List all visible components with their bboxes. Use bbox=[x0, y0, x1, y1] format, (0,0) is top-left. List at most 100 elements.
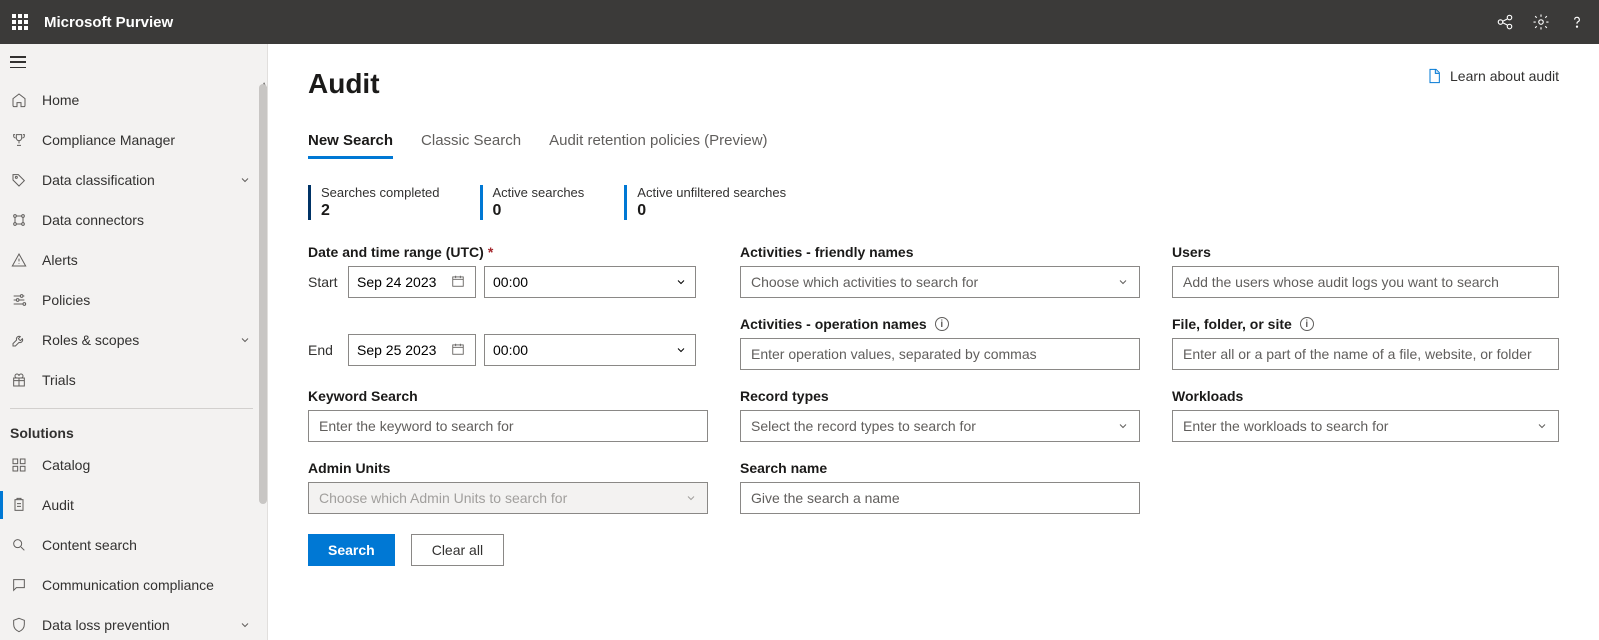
app-launcher-icon[interactable] bbox=[12, 14, 28, 30]
home-icon bbox=[10, 91, 28, 109]
label-file: File, folder, or site i bbox=[1172, 316, 1559, 332]
chevron-down-icon bbox=[239, 619, 251, 631]
document-icon bbox=[1426, 68, 1442, 84]
sidebar-item-roles-scopes[interactable]: Roles & scopes bbox=[0, 320, 263, 360]
users-input[interactable] bbox=[1172, 266, 1559, 298]
sidebar-collapse-button[interactable] bbox=[0, 44, 267, 80]
clear-all-button[interactable]: Clear all bbox=[411, 534, 504, 566]
tab-retention-policies[interactable]: Audit retention policies (Preview) bbox=[549, 124, 767, 157]
chevron-down-icon bbox=[675, 344, 687, 356]
workloads-select[interactable]: Enter the workloads to search for bbox=[1172, 410, 1559, 442]
stat-active-searches: Active searches 0 bbox=[480, 185, 585, 220]
sidebar-item-policies[interactable]: Policies bbox=[0, 280, 263, 320]
info-icon[interactable]: i bbox=[935, 317, 949, 331]
end-time-picker[interactable]: 00:00 bbox=[484, 334, 696, 366]
sidebar-item-label: Home bbox=[42, 92, 79, 108]
shield-icon bbox=[10, 616, 28, 634]
help-icon[interactable] bbox=[1567, 12, 1587, 32]
start-date-picker[interactable]: Sep 24 2023 bbox=[348, 266, 476, 298]
stat-value: 0 bbox=[493, 202, 585, 220]
sidebar-item-data-connectors[interactable]: Data connectors bbox=[0, 200, 263, 240]
learn-about-link[interactable]: Learn about audit bbox=[1426, 68, 1559, 84]
file-input[interactable] bbox=[1172, 338, 1559, 370]
sidebar-item-label: Alerts bbox=[42, 252, 78, 268]
label-date-range: Date and time range (UTC) * bbox=[308, 244, 708, 260]
search-name-input[interactable] bbox=[740, 482, 1140, 514]
chevron-down-icon bbox=[1117, 276, 1129, 288]
hamburger-icon bbox=[10, 56, 26, 68]
sidebar-item-catalog[interactable]: Catalog bbox=[0, 445, 263, 485]
sidebar-item-label: Audit bbox=[42, 497, 74, 513]
chevron-down-icon bbox=[675, 276, 687, 288]
col-users: Users File, folder, or site i bbox=[1172, 244, 1559, 370]
sidebar-item-content-search[interactable]: Content search bbox=[0, 525, 263, 565]
sidebar-item-label: Compliance Manager bbox=[42, 132, 175, 148]
sidebar-separator bbox=[10, 408, 253, 409]
col-admin-units: Admin Units Choose which Admin Units to … bbox=[308, 460, 708, 514]
sidebar-item-label: Data connectors bbox=[42, 212, 144, 228]
sidebar-item-label: Trials bbox=[42, 372, 76, 388]
start-label: Start bbox=[308, 274, 340, 290]
stats-row: Searches completed 2 Active searches 0 A… bbox=[308, 185, 1559, 220]
stat-searches-completed: Searches completed 2 bbox=[308, 185, 440, 220]
sidebar-item-data-classification[interactable]: Data classification bbox=[0, 160, 263, 200]
sidebar-item-data-loss-prevention[interactable]: Data loss prevention bbox=[0, 605, 263, 640]
record-types-select[interactable]: Select the record types to search for bbox=[740, 410, 1140, 442]
label-activities-friendly: Activities - friendly names bbox=[740, 244, 1140, 260]
main-header: Audit Learn about audit bbox=[308, 68, 1559, 100]
stat-value: 2 bbox=[321, 202, 440, 220]
col-empty bbox=[1172, 460, 1559, 514]
label-users: Users bbox=[1172, 244, 1559, 260]
end-date-picker[interactable]: Sep 25 2023 bbox=[348, 334, 476, 366]
keyword-input[interactable] bbox=[308, 410, 708, 442]
end-row: End Sep 25 2023 00:00 bbox=[308, 334, 708, 366]
search-form: Date and time range (UTC) * Start Sep 24… bbox=[308, 244, 1559, 514]
connector-icon bbox=[10, 211, 28, 229]
col-search-name: Search name bbox=[740, 460, 1140, 514]
calendar-icon bbox=[451, 274, 467, 290]
stat-value: 0 bbox=[637, 202, 786, 220]
grid-icon bbox=[10, 456, 28, 474]
sidebar-item-communication-compliance[interactable]: Communication compliance bbox=[0, 565, 263, 605]
sidebar-item-trials[interactable]: Trials bbox=[0, 360, 263, 400]
chevron-down-icon bbox=[685, 492, 697, 504]
sidebar-item-alerts[interactable]: Alerts bbox=[0, 240, 263, 280]
chevron-down-icon bbox=[239, 334, 251, 346]
tab-classic-search[interactable]: Classic Search bbox=[421, 124, 521, 157]
product-title: Microsoft Purview bbox=[44, 14, 173, 31]
share-icon[interactable] bbox=[1495, 12, 1515, 32]
sidebar: ▲ Home Compliance Manager Data classific… bbox=[0, 44, 268, 640]
chevron-down-icon bbox=[239, 174, 251, 186]
learn-about-label: Learn about audit bbox=[1450, 68, 1559, 84]
required-asterisk: * bbox=[488, 244, 493, 260]
trophy-icon bbox=[10, 131, 28, 149]
start-time-picker[interactable]: 00:00 bbox=[484, 266, 696, 298]
label-search-name: Search name bbox=[740, 460, 1140, 476]
stat-label: Active unfiltered searches bbox=[637, 185, 786, 200]
form-actions: Search Clear all bbox=[308, 534, 1559, 566]
sidebar-scrollbar[interactable] bbox=[259, 84, 267, 504]
sidebar-item-label: Catalog bbox=[42, 457, 90, 473]
sidebar-item-audit[interactable]: Audit bbox=[0, 485, 263, 525]
page-title: Audit bbox=[308, 68, 380, 100]
sidebar-item-compliance-manager[interactable]: Compliance Manager bbox=[0, 120, 263, 160]
info-icon[interactable]: i bbox=[1300, 317, 1314, 331]
chevron-down-icon bbox=[1536, 420, 1548, 432]
clipboard-icon bbox=[10, 496, 28, 514]
settings-icon[interactable] bbox=[1531, 12, 1551, 32]
topbar-right bbox=[1495, 12, 1587, 32]
start-row: Start Sep 24 2023 00:00 bbox=[308, 266, 708, 298]
wrench-icon bbox=[10, 331, 28, 349]
activities-op-input[interactable] bbox=[740, 338, 1140, 370]
search-button[interactable]: Search bbox=[308, 534, 395, 566]
activities-friendly-select[interactable]: Choose which activities to search for bbox=[740, 266, 1140, 298]
sidebar-item-label: Roles & scopes bbox=[42, 332, 139, 348]
sidebar-item-home[interactable]: Home bbox=[0, 80, 263, 120]
main-content: Audit Learn about audit New Search Class… bbox=[268, 44, 1599, 640]
tab-new-search[interactable]: New Search bbox=[308, 124, 393, 157]
sidebar-nav: Home Compliance Manager Data classificat… bbox=[0, 80, 267, 640]
tabs: New Search Classic Search Audit retentio… bbox=[308, 124, 1559, 157]
chevron-down-icon bbox=[1117, 420, 1129, 432]
sidebar-item-label: Policies bbox=[42, 292, 90, 308]
gift-icon bbox=[10, 371, 28, 389]
